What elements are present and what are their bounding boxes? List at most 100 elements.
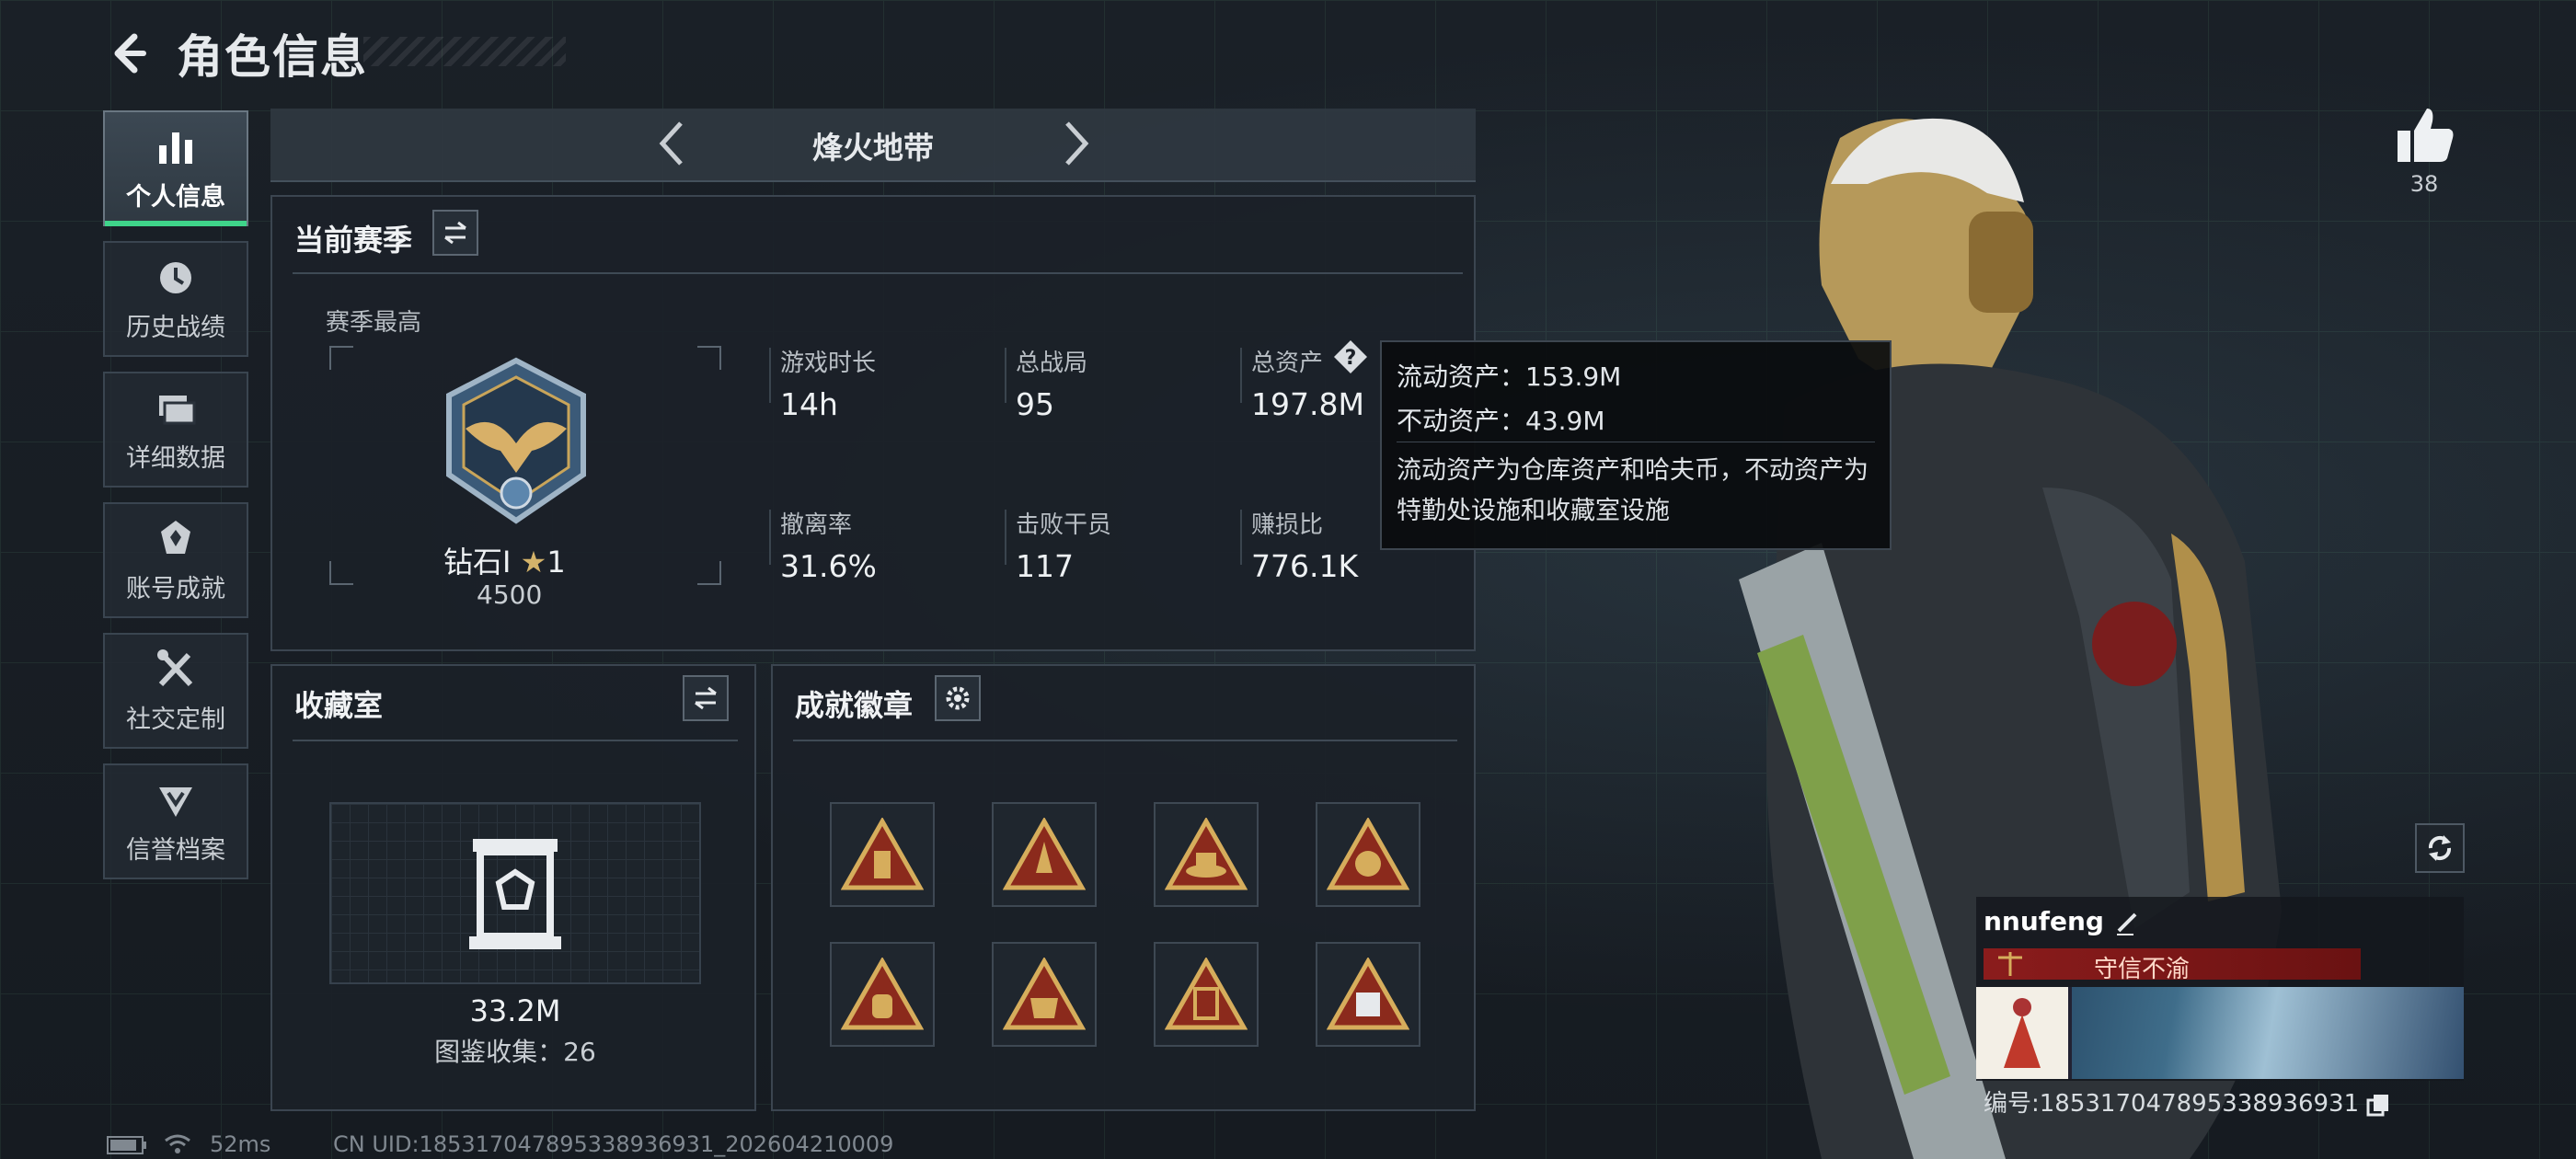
battery-icon [107, 1136, 146, 1154]
divider [293, 272, 1463, 274]
sidebar-item-personal-info[interactable]: 个人信息 [103, 110, 248, 226]
achievement-badge[interactable] [1154, 802, 1259, 907]
season-switch-button[interactable] [432, 210, 478, 256]
achievement-badge[interactable] [1316, 802, 1420, 907]
badge-bottle-icon [841, 818, 924, 890]
asset-info-button[interactable]: ? [1332, 339, 1369, 375]
achievement-badge[interactable] [1316, 942, 1420, 1047]
stat-value: 95 [1016, 386, 1054, 422]
like-button[interactable] [2392, 103, 2456, 167]
swap-icon [695, 686, 717, 710]
sidebar-item-achievements[interactable]: 账号成就 [103, 502, 248, 618]
clock-icon [160, 261, 191, 293]
divider [1005, 510, 1006, 565]
refresh-button[interactable] [2415, 823, 2465, 873]
swap-icon [444, 221, 466, 245]
stat-value: 776.1K [1251, 548, 1359, 584]
badge-57-icon [1165, 958, 1248, 1030]
sidebar-item-label: 个人信息 [126, 182, 225, 212]
frame-corner [697, 346, 721, 370]
display-case-icon [469, 839, 561, 949]
scale-icon [1998, 952, 2022, 976]
profile-portrait[interactable] [1976, 987, 2072, 1079]
season-title: 当前赛季 [294, 223, 413, 258]
star-icon: ★ [520, 545, 547, 580]
player-id-text: 编号:185317047895338936931 [1984, 1090, 2360, 1118]
badge-58-icon [1327, 958, 1409, 1030]
portrait-figure-icon [2004, 998, 2041, 1068]
stat-label: 总战局 [1016, 350, 1088, 377]
rank-emblem-icon [446, 357, 586, 524]
profile-card: nnufeng 守信不渝 编号:185317047895338936931 [1976, 897, 2464, 1118]
frame-corner [697, 561, 721, 585]
folder-icon [159, 395, 196, 424]
rank-tier: 钻石I [443, 545, 512, 580]
copy-id-button[interactable] [2366, 1093, 2390, 1117]
asset-tooltip: 流动资产：153.9M 不动资产：43.9M 流动资产为仓库资产和哈夫币，不动资… [1380, 340, 1892, 550]
player-name: nnufeng [1984, 906, 2141, 936]
achievement-icon [161, 520, 190, 554]
mode-selector: 烽火地带 [270, 109, 1476, 182]
tooltip-liquid-assets: 流动资产：153.9M [1397, 361, 1622, 392]
divider [793, 740, 1457, 741]
collection-value: 33.2M [469, 993, 561, 1028]
sidebar-item-label: 账号成就 [126, 574, 225, 603]
reputation-icon [159, 786, 192, 817]
stat-label: 游戏时长 [780, 350, 877, 377]
badge-rocket-icon [1003, 818, 1086, 890]
sidebar-item-label: 信誉档案 [126, 835, 225, 865]
badge-54-icon [1327, 818, 1409, 890]
pencil-icon [2116, 912, 2137, 935]
stat-label: 击败干员 [1016, 511, 1112, 539]
mode-title: 烽火地带 [812, 130, 934, 166]
title-decoration [363, 37, 566, 66]
svg-text:?: ? [1345, 347, 1357, 370]
divider [1240, 510, 1242, 565]
ping-text: 52ms [210, 1131, 271, 1157]
uid-text: CN UID:185317047895338936931_20260421000… [333, 1131, 894, 1157]
bar-chart-icon [159, 132, 192, 164]
season-best-label: 赛季最高 [326, 309, 422, 337]
page-title: 角色信息 [177, 30, 368, 84]
sidebar-item-social[interactable]: 社交定制 [103, 633, 248, 749]
badge-55-icon [841, 958, 924, 1030]
collection-switch-button[interactable] [683, 675, 729, 721]
divider [1005, 348, 1006, 403]
stat-value: 14h [780, 386, 838, 422]
gear-icon [946, 686, 970, 710]
collection-count: 图鉴收集：26 [434, 1037, 596, 1067]
question-icon: ? [1334, 340, 1367, 373]
sidebar-item-label: 历史战绩 [126, 313, 225, 342]
achievement-badge[interactable] [830, 802, 935, 907]
frame-corner [329, 346, 353, 370]
collection-showcase[interactable] [329, 802, 701, 984]
player-id: 编号:185317047895338936931 [1984, 1084, 2390, 1119]
chevron-right-icon [1065, 121, 1089, 166]
like-count: 38 [2409, 171, 2439, 197]
achievement-badge[interactable] [992, 942, 1097, 1047]
season-panel: 当前赛季 赛季最高 钻石I ★1 4500 游戏时长 14h 总战局 95 总资… [270, 195, 1476, 651]
back-button[interactable] [101, 26, 156, 81]
sidebar-item-label: 社交定制 [126, 705, 225, 734]
copy-icon [2366, 1094, 2389, 1116]
divider [293, 740, 738, 741]
achievement-badge[interactable] [830, 942, 935, 1047]
achievements-settings-button[interactable] [935, 675, 981, 721]
rank-points: 4500 [477, 580, 543, 610]
stat-value: 31.6% [780, 548, 877, 584]
achievement-badge[interactable] [1154, 942, 1259, 1047]
badge-hat-icon [1165, 818, 1248, 890]
sidebar-item-details[interactable]: 详细数据 [103, 372, 248, 488]
stat-value: 117 [1016, 548, 1074, 584]
sidebar-item-history[interactable]: 历史战绩 [103, 241, 248, 357]
back-arrow-icon [114, 33, 146, 74]
achievements-panel: 成就徽章 [771, 664, 1476, 1111]
refresh-icon [2428, 835, 2452, 861]
sidebar-item-reputation[interactable]: 信誉档案 [103, 763, 248, 879]
edit-name-button[interactable] [2113, 909, 2141, 936]
tools-icon [157, 648, 193, 686]
tooltip-description: 流动资产为仓库资产和哈夫币，不动资产为特勤处设施和收藏室设施 [1397, 456, 1869, 525]
next-mode-button[interactable] [1049, 118, 1100, 169]
rank-stars: 1 [546, 545, 566, 580]
achievement-badge[interactable] [992, 802, 1097, 907]
